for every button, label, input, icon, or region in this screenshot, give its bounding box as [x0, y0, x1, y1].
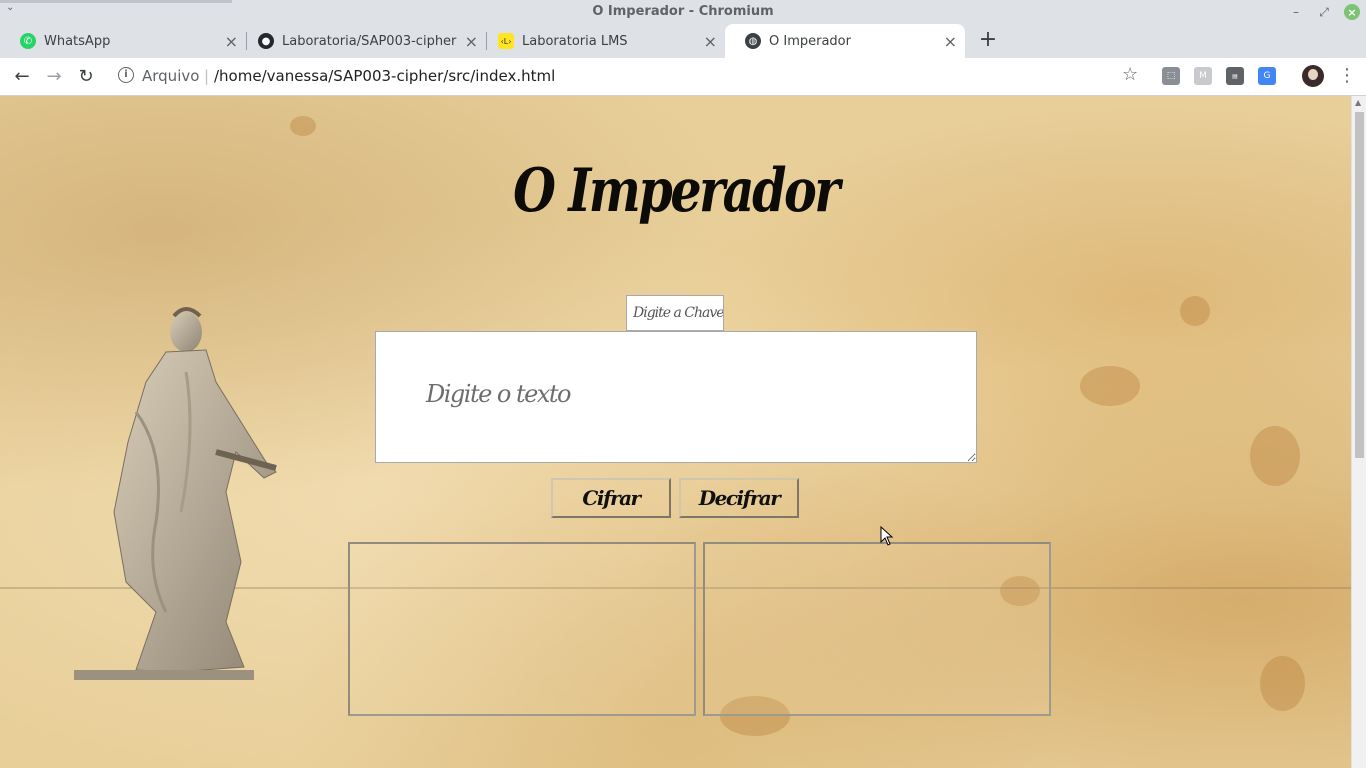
forward-arrow-icon[interactable]: → [42, 66, 66, 87]
back-arrow-icon[interactable]: ← [10, 66, 34, 87]
vertical-scrollbar[interactable]: ▲ [1351, 96, 1366, 768]
extension-puzzle-icon[interactable]: ⬚ [1162, 67, 1180, 85]
info-icon[interactable]: i [118, 67, 134, 83]
laboratoria-icon: ‹L› [498, 33, 514, 49]
loading-bar [0, 0, 232, 3]
parchment-stain [290, 116, 316, 136]
tab-label: WhatsApp [44, 33, 111, 49]
window-title: O Imperador - Chromium [592, 4, 774, 19]
window-controls: – ⤢ × [1288, 4, 1360, 20]
browser-toolbar: ← → ↻ i Arquivo | /home/vanessa/SAP003-c… [0, 58, 1366, 96]
address-bar[interactable]: /home/vanessa/SAP003-cipher/src/index.ht… [214, 67, 555, 85]
close-window-icon[interactable]: × [1344, 4, 1360, 20]
restore-icon[interactable]: ⤢ [1316, 4, 1332, 20]
page-viewport: O Imperador Cifrar Decifrar [0, 96, 1351, 768]
tab-o-imperador[interactable]: ◍ O Imperador × [725, 24, 965, 58]
key-input[interactable] [626, 295, 724, 331]
message-textarea[interactable] [375, 331, 977, 463]
tab-label: O Imperador [769, 33, 851, 49]
globe-icon: ◍ [745, 33, 761, 49]
close-tab-icon[interactable]: × [944, 32, 957, 51]
url-scheme-label: Arquivo [142, 67, 200, 85]
close-tab-icon[interactable]: × [704, 32, 717, 51]
close-tab-icon[interactable]: × [225, 32, 238, 51]
encrypt-button[interactable]: Cifrar [551, 478, 671, 518]
github-icon: ● [258, 33, 274, 49]
tab-github[interactable]: ● Laboratoria/SAP003-cipher × [238, 24, 486, 58]
url-divider: | [204, 67, 210, 85]
bookmark-star-icon[interactable]: ☆ [1122, 64, 1138, 85]
tab-label: Laboratoria/SAP003-cipher [282, 33, 457, 49]
decrypt-button[interactable]: Decifrar [679, 478, 799, 518]
mouse-cursor-icon [880, 526, 894, 546]
google-translate-icon[interactable]: G [1258, 67, 1276, 85]
parchment-stain [1080, 366, 1140, 406]
parchment-stain [1180, 296, 1210, 326]
scrollbar-thumb[interactable] [1355, 112, 1364, 458]
tab-laboratoria-lms[interactable]: ‹L› Laboratoria LMS × [478, 24, 725, 58]
tab-label: Laboratoria LMS [522, 33, 628, 49]
statue-image [74, 307, 277, 680]
menu-kebab-icon[interactable]: ⋮ [1338, 65, 1356, 86]
encrypted-output-box [348, 542, 696, 716]
profile-avatar[interactable] [1302, 65, 1324, 87]
window-titlebar: ⌄ O Imperador - Chromium – ⤢ × ✆ WhatsAp… [0, 0, 1366, 58]
reload-icon[interactable]: ↻ [74, 66, 98, 87]
scroll-up-arrow-icon[interactable]: ▲ [1355, 98, 1361, 107]
tab-whatsapp[interactable]: ✆ WhatsApp × [0, 24, 246, 58]
new-tab-button[interactable]: + [976, 28, 1000, 52]
whatsapp-icon: ✆ [20, 33, 36, 49]
extension-news-icon[interactable]: ▤ [1226, 67, 1244, 85]
decrypted-output-box [703, 542, 1051, 716]
close-tab-icon[interactable]: × [465, 32, 478, 51]
extension-m-icon[interactable]: M [1194, 67, 1212, 85]
parchment-stain [1260, 656, 1305, 711]
page-title: O Imperador [513, 156, 840, 226]
parchment-stain [1250, 426, 1300, 486]
minimize-icon[interactable]: – [1288, 4, 1304, 20]
